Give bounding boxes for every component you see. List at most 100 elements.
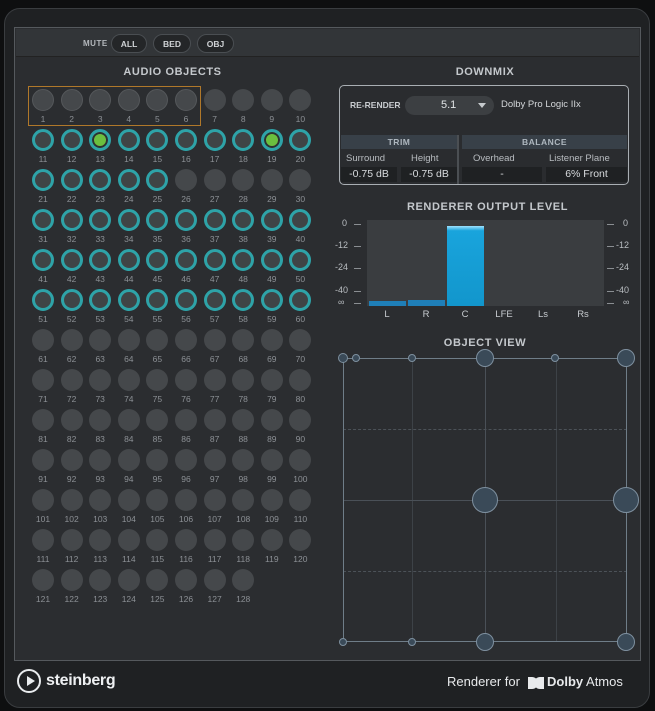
balance-listener-value[interactable]: 6% Front xyxy=(546,167,627,182)
audio-object-102[interactable] xyxy=(60,489,83,511)
audio-object-34[interactable] xyxy=(117,209,140,231)
audio-object-122[interactable] xyxy=(60,569,83,591)
audio-object-101[interactable] xyxy=(32,489,54,511)
audio-object-42[interactable] xyxy=(60,249,83,271)
audio-object-49[interactable] xyxy=(260,249,283,271)
audio-object-66[interactable] xyxy=(175,329,197,351)
audio-object-97[interactable] xyxy=(203,449,226,471)
balance-overhead-value[interactable]: - xyxy=(462,167,542,182)
trim-height-value[interactable]: -0.75 dB xyxy=(401,167,457,182)
speaker-position-dot[interactable] xyxy=(408,638,416,646)
audio-object-22[interactable] xyxy=(60,169,83,191)
audio-object-67[interactable] xyxy=(203,329,226,351)
audio-object-44[interactable] xyxy=(117,249,140,271)
audio-object-91[interactable] xyxy=(32,449,54,471)
mute-bed-button[interactable]: BED xyxy=(153,34,191,53)
audio-object-77[interactable] xyxy=(203,369,226,391)
audio-object-46[interactable] xyxy=(175,249,197,271)
audio-object-74[interactable] xyxy=(117,369,140,391)
audio-object-11[interactable] xyxy=(32,129,54,151)
audio-object-37[interactable] xyxy=(203,209,226,231)
audio-object-4[interactable] xyxy=(117,89,140,111)
audio-object-51[interactable] xyxy=(32,289,54,311)
audio-object-6[interactable] xyxy=(175,89,197,111)
audio-object-81[interactable] xyxy=(32,409,54,431)
audio-object-number: 100 xyxy=(293,474,308,484)
speaker-position-dot[interactable] xyxy=(551,354,559,362)
audio-object-31[interactable] xyxy=(32,209,54,231)
audio-object-56[interactable] xyxy=(175,289,197,311)
audio-object-29[interactable] xyxy=(260,169,283,191)
audio-object-9[interactable] xyxy=(260,89,283,111)
audio-object-21[interactable] xyxy=(32,169,54,191)
speaker-position-dot[interactable] xyxy=(613,487,639,513)
audio-object-116[interactable] xyxy=(175,529,197,551)
audio-object-36[interactable] xyxy=(175,209,197,231)
audio-object-109[interactable] xyxy=(260,489,283,511)
audio-object-number: 8 xyxy=(240,114,246,124)
audio-object-1[interactable] xyxy=(32,89,54,111)
speaker-position-dot[interactable] xyxy=(476,349,494,367)
audio-object-114[interactable] xyxy=(117,529,140,551)
audio-object-76[interactable] xyxy=(175,369,197,391)
speaker-position-dot[interactable] xyxy=(617,633,635,651)
audio-object-12[interactable] xyxy=(60,129,83,151)
audio-object-7[interactable] xyxy=(203,89,226,111)
audio-object-54[interactable] xyxy=(117,289,140,311)
audio-object-124[interactable] xyxy=(117,569,140,591)
audio-object-111[interactable] xyxy=(32,529,54,551)
audio-object-62[interactable] xyxy=(60,329,83,351)
audio-object-72[interactable] xyxy=(60,369,83,391)
mute-all-button[interactable]: ALL xyxy=(111,34,147,53)
audio-object-16[interactable] xyxy=(175,129,197,151)
audio-object-96[interactable] xyxy=(175,449,197,471)
speaker-position-dot[interactable] xyxy=(338,353,348,363)
audio-object-82[interactable] xyxy=(60,409,83,431)
speaker-position-dot[interactable] xyxy=(352,354,360,362)
audio-object-104[interactable] xyxy=(117,489,140,511)
audio-object-106[interactable] xyxy=(175,489,197,511)
audio-object-17[interactable] xyxy=(203,129,226,151)
audio-object-41[interactable] xyxy=(32,249,54,271)
audio-object-47[interactable] xyxy=(203,249,226,271)
audio-object-121[interactable] xyxy=(32,569,54,591)
audio-object-number: 21 xyxy=(38,194,48,204)
audio-object-99[interactable] xyxy=(260,449,283,471)
audio-object-39[interactable] xyxy=(260,209,283,231)
audio-object-64[interactable] xyxy=(117,329,140,351)
audio-object-61[interactable] xyxy=(32,329,54,351)
audio-object-84[interactable] xyxy=(117,409,140,431)
audio-object-119[interactable] xyxy=(260,529,283,551)
audio-object-92[interactable] xyxy=(60,449,83,471)
audio-object-32[interactable] xyxy=(60,209,83,231)
trim-surround-value[interactable]: -0.75 dB xyxy=(341,167,397,182)
audio-object-69[interactable] xyxy=(260,329,283,351)
audio-object-86[interactable] xyxy=(175,409,197,431)
speaker-position-dot[interactable] xyxy=(408,354,416,362)
audio-object-107[interactable] xyxy=(203,489,226,511)
audio-object-127[interactable] xyxy=(203,569,226,591)
audio-object-89[interactable] xyxy=(260,409,283,431)
audio-object-117[interactable] xyxy=(203,529,226,551)
audio-object-59[interactable] xyxy=(260,289,283,311)
speaker-position-dot[interactable] xyxy=(339,638,347,646)
audio-object-71[interactable] xyxy=(32,369,54,391)
audio-object-57[interactable] xyxy=(203,289,226,311)
audio-object-19[interactable] xyxy=(260,129,283,151)
speaker-position-dot[interactable] xyxy=(617,349,635,367)
audio-object-87[interactable] xyxy=(203,409,226,431)
audio-object-126[interactable] xyxy=(175,569,197,591)
speaker-position-dot[interactable] xyxy=(476,633,494,651)
audio-object-79[interactable] xyxy=(260,369,283,391)
speaker-position-dot[interactable] xyxy=(472,487,498,513)
rerender-format-dropdown[interactable]: 5.1 xyxy=(405,96,494,115)
audio-object-94[interactable] xyxy=(117,449,140,471)
audio-object-24[interactable] xyxy=(117,169,140,191)
audio-object-112[interactable] xyxy=(60,529,83,551)
audio-object-2[interactable] xyxy=(60,89,83,111)
audio-object-14[interactable] xyxy=(117,129,140,151)
audio-object-52[interactable] xyxy=(60,289,83,311)
audio-object-27[interactable] xyxy=(203,169,226,191)
mute-obj-button[interactable]: OBJ xyxy=(197,34,234,53)
audio-object-26[interactable] xyxy=(175,169,197,191)
